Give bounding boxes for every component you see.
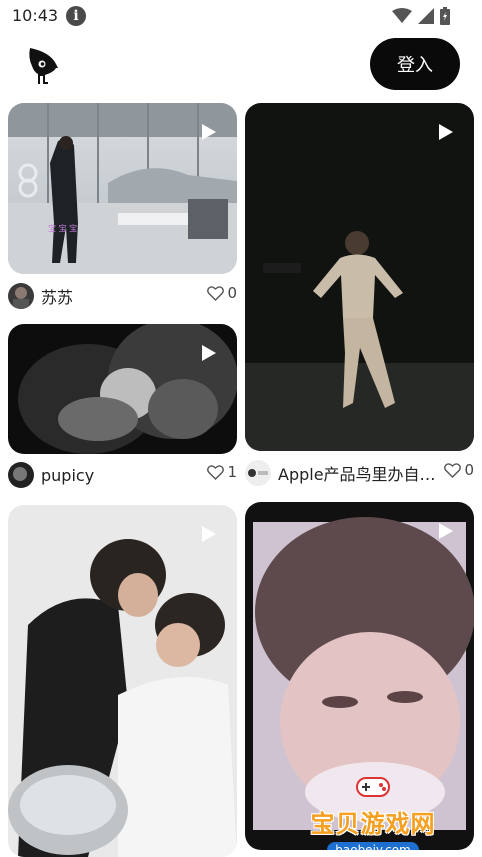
card-meta: 苏苏 0 [8,281,237,311]
heart-icon [207,464,225,480]
battery-icon [440,7,450,25]
play-icon [202,124,216,140]
login-button[interactable]: 登入 [370,38,460,90]
video-thumbnail[interactable] [245,103,474,451]
watermark-url: baobeiy.com [327,842,419,850]
svg-text:宝 宝 宝: 宝 宝 宝 [48,223,77,233]
signal-icon [418,8,434,24]
avatar[interactable] [245,460,271,486]
status-time: 10:43 [12,6,59,25]
video-thumbnail[interactable]: 宝贝游戏网 baobeiy.com [245,502,474,850]
like-count: 1 [227,463,237,481]
like-button[interactable]: 0 [444,461,474,479]
card-meta: pupicy 1 [8,460,237,490]
author-name[interactable]: 苏苏 [41,284,73,308]
avatar[interactable] [8,462,34,488]
video-thumbnail[interactable] [8,505,237,857]
video-card[interactable]: 宝贝游戏网 baobeiy.com [245,502,474,857]
avatar[interactable] [8,283,34,309]
video-card[interactable]: Apple产品鸟里办自… 0 [245,103,474,489]
dance-scene-image [245,103,474,451]
status-icons [392,7,450,25]
like-button[interactable]: 1 [207,463,237,481]
author-name[interactable]: pupicy [41,466,94,485]
embrace-scene-image [8,505,237,857]
video-thumbnail[interactable]: 宝 宝 宝 [8,103,237,274]
gamepad-icon [356,777,390,797]
watermark-title: 宝贝游戏网 [310,810,436,838]
wifi-icon [392,8,412,23]
heart-icon [207,285,225,301]
like-count: 0 [227,284,237,302]
play-icon [202,526,216,542]
bird-logo-icon[interactable] [24,46,60,86]
author-name[interactable]: Apple产品鸟里办自… [278,461,436,485]
heart-icon [444,462,462,478]
app-header: 登入 [0,36,482,96]
status-bar: 10:43 i [0,0,482,32]
like-count: 0 [464,461,474,479]
like-button[interactable]: 0 [207,284,237,302]
video-card[interactable]: 宝 宝 宝 苏苏 0 [8,103,237,313]
play-icon [202,345,216,361]
play-icon [439,124,453,140]
info-icon: i [66,6,86,26]
video-thumbnail[interactable] [8,324,237,454]
play-icon [439,523,453,539]
site-watermark: 宝贝游戏网 baobeiy.com [303,774,443,850]
video-card[interactable]: pupicy 1 [8,324,237,490]
video-card[interactable] [8,505,237,857]
card-meta: Apple产品鸟里办自… 0 [245,458,474,488]
